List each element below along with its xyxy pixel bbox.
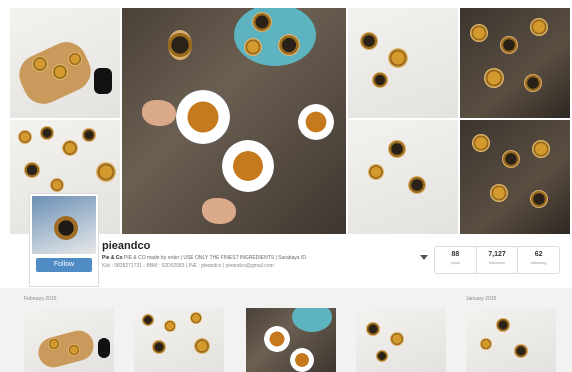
tart (514, 344, 528, 358)
month-label-right: January 2015 (466, 296, 497, 302)
tart (50, 178, 64, 192)
stat-label: following (530, 260, 547, 265)
tart (52, 64, 68, 80)
bio-text: PIE & CO made by order | USE ONLY THE FI… (123, 255, 306, 261)
tart (62, 140, 78, 156)
tart (388, 48, 408, 68)
dark-fruit (168, 30, 192, 60)
stat-followers[interactable]: 7,127 followers (475, 247, 518, 273)
tart (96, 162, 116, 182)
black-cup (94, 68, 112, 94)
collage-photo-tart-closeup[interactable] (348, 8, 458, 118)
stat-posts[interactable]: 88 posts (435, 247, 476, 273)
tart (472, 134, 490, 152)
teacup (290, 348, 314, 372)
tart (530, 190, 548, 208)
collage-photo-tarts-stand[interactable] (348, 120, 458, 234)
hand (142, 100, 176, 126)
tart (500, 36, 518, 54)
tart (366, 322, 380, 336)
teal-plate (292, 308, 332, 332)
tart (82, 128, 96, 142)
profile-username: pieandco (102, 240, 151, 252)
tart (164, 320, 176, 332)
tart (278, 34, 300, 56)
stat-label: followers (489, 260, 505, 265)
stat-value: 88 (451, 251, 460, 258)
tart (532, 140, 550, 158)
tart (524, 74, 542, 92)
tart (68, 52, 82, 66)
tart (68, 344, 80, 356)
black-cup (98, 338, 110, 358)
collage-photo-featured[interactable] (122, 8, 346, 234)
teacup (298, 104, 334, 140)
bio-name: Pie & Co (102, 255, 123, 261)
teacup (222, 140, 274, 192)
stat-label: posts (450, 260, 461, 265)
tart (490, 184, 508, 202)
tart (530, 18, 548, 36)
avatar-image (32, 196, 96, 254)
tart (18, 130, 32, 144)
tart (484, 68, 504, 88)
tart (252, 12, 272, 32)
teal-plate (234, 8, 316, 66)
tart (390, 332, 404, 346)
wooden-board (35, 327, 97, 371)
tart (502, 150, 520, 168)
grid-photo[interactable] (466, 308, 556, 372)
photo-grid: February 2015 January 2015 (0, 288, 572, 372)
hand (202, 198, 236, 224)
grid-photo[interactable] (134, 308, 224, 372)
tart (194, 338, 210, 354)
collage-photo-tarts-dark[interactable] (460, 8, 570, 118)
stat-value: 7,127 (488, 251, 506, 258)
tart (244, 38, 262, 56)
stat-following[interactable]: 62 following (517, 247, 559, 273)
bio-contact: Kiki : 0838271731 - BBM : 52D02083 LINE … (102, 263, 274, 269)
teacup (176, 90, 230, 144)
tart (48, 338, 60, 350)
avatar[interactable]: Follow (30, 194, 98, 286)
tart (470, 24, 488, 42)
stat-value: 62 (534, 251, 543, 258)
collage-photo-tarts-platter[interactable] (460, 120, 570, 234)
tart (480, 338, 492, 350)
tart (152, 340, 166, 354)
tart (376, 350, 388, 362)
tart (24, 162, 40, 178)
grid-photo[interactable] (356, 308, 446, 372)
teacup (264, 326, 290, 352)
tart (408, 176, 426, 194)
grid-photo[interactable] (24, 308, 114, 372)
chevron-down-icon[interactable] (420, 255, 428, 260)
tart (368, 164, 384, 180)
tart (32, 56, 48, 72)
grid-photo[interactable] (246, 308, 336, 372)
tart (372, 72, 388, 88)
tart (360, 32, 378, 50)
tart (496, 318, 510, 332)
tart (388, 140, 406, 158)
tart (190, 312, 202, 324)
tart (40, 126, 54, 140)
profile-bio: Pie & Co PIE & CO made by order | USE ON… (102, 255, 420, 261)
follow-button[interactable]: Follow (36, 258, 92, 272)
collage-photo-tarts-board[interactable] (10, 8, 120, 118)
profile-stats: 88 posts 7,127 followers 62 following (434, 246, 560, 274)
tart (142, 314, 154, 326)
profile-info-bar: Follow pieandco Pie & Co PIE & CO made b… (10, 194, 570, 286)
month-label-left: February 2015 (24, 296, 57, 302)
